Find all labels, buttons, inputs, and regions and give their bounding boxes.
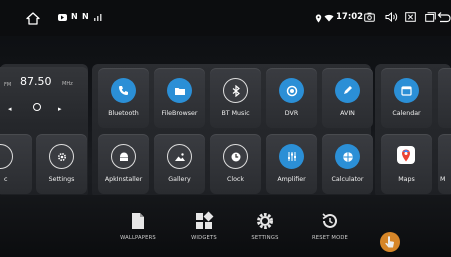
reset-icon <box>320 211 340 231</box>
app-partial-left-row2[interactable]: c <box>0 134 32 194</box>
location-icon <box>314 13 322 23</box>
gear-icon <box>255 211 275 231</box>
settings-button[interactable]: SETTINGS <box>237 211 293 241</box>
radio-next-button[interactable]: ▸ <box>58 105 62 113</box>
android-icon <box>111 144 136 169</box>
gear-icon <box>49 144 74 169</box>
status-bar: N N 17:02 <box>0 0 451 36</box>
dock-label: SETTINGS <box>251 235 279 241</box>
dock-label: WIDGETS <box>191 235 217 241</box>
maps-icon <box>397 146 415 164</box>
video-notification-icon <box>58 14 67 21</box>
app-calculator[interactable]: Calculator <box>322 134 373 194</box>
touch-cursor-icon <box>380 232 400 252</box>
app-settings[interactable]: Settings <box>36 134 87 194</box>
pen-icon <box>335 78 360 103</box>
radio-frequency: 87.50 <box>20 75 52 88</box>
widgets-button[interactable]: WIDGETS <box>176 211 232 241</box>
app-label: c <box>4 176 8 183</box>
app-amplifier[interactable]: Amplifier <box>266 134 317 194</box>
wallpapers-button[interactable]: WALLPAPERS <box>110 211 166 241</box>
app-gallery[interactable]: Gallery <box>154 134 205 194</box>
app-partial-right-row2[interactable]: M <box>438 134 451 194</box>
phone-icon <box>111 78 136 103</box>
wifi-icon <box>324 13 334 22</box>
home-icon[interactable] <box>24 9 42 27</box>
app-label: Amplifier <box>277 176 306 183</box>
clock-time: 17:02 <box>336 12 364 22</box>
recent-apps-icon[interactable] <box>424 11 436 23</box>
app-filebrowser[interactable]: FileBrowser <box>154 68 205 128</box>
radio-band-label: FM <box>4 82 12 88</box>
widgets-icon <box>194 211 214 231</box>
folder-icon <box>167 78 192 103</box>
app-label: AVIN <box>340 110 355 117</box>
reset-mode-button[interactable]: RESET MODE <box>302 211 358 241</box>
partial-icon <box>0 144 13 169</box>
app-calendar[interactable]: Calendar <box>381 68 432 128</box>
app-bt-music[interactable]: BT Music <box>210 68 261 128</box>
gallery-icon <box>167 144 192 169</box>
back-icon[interactable] <box>437 10 451 24</box>
app-label: DVR <box>284 110 299 117</box>
app-bluetooth[interactable]: Bluetooth <box>98 68 149 128</box>
app-maps[interactable]: Maps <box>381 134 432 194</box>
radio-prev-button[interactable]: ◂ <box>8 105 12 113</box>
calculator-icon <box>335 144 360 169</box>
app-label: Maps <box>398 176 415 183</box>
app-label: Bluetooth <box>108 110 139 117</box>
app-label: Calculator <box>331 176 364 183</box>
app-apkinstaller[interactable]: ApkInstaller <box>98 134 149 194</box>
volume-icon[interactable] <box>384 11 398 23</box>
camera-icon[interactable] <box>363 11 375 23</box>
calendar-icon <box>394 78 419 103</box>
equalizer-icon <box>279 144 304 169</box>
record-icon <box>279 78 304 103</box>
app-label: ApkInstaller <box>104 176 143 183</box>
dock-label: WALLPAPERS <box>120 235 156 241</box>
app-label: M <box>440 176 446 183</box>
app-partial-right-row1[interactable] <box>438 68 451 128</box>
app-label: FileBrowser <box>161 110 198 117</box>
app-label: Calendar <box>392 110 421 117</box>
app-avin[interactable]: AVIN <box>322 68 373 128</box>
notification-badge-1: N <box>71 12 78 21</box>
app-clock[interactable]: Clock <box>210 134 261 194</box>
bluetooth-icon <box>223 78 248 103</box>
app-label: Settings <box>48 176 75 183</box>
app-label: Gallery <box>168 176 191 183</box>
close-app-icon[interactable] <box>404 11 416 23</box>
dock-label: RESET MODE <box>311 235 349 241</box>
notification-badge-2: N <box>82 12 89 21</box>
app-dvr[interactable]: DVR <box>266 68 317 128</box>
clock-icon <box>223 144 248 169</box>
radio-widget[interactable]: FM 87.50 MHz ◂ ▸ <box>0 67 88 122</box>
wallpaper-icon <box>128 211 148 231</box>
radio-power-icon[interactable] <box>33 103 41 111</box>
app-label: BT Music <box>221 110 250 117</box>
radio-unit: MHz <box>62 81 73 87</box>
signal-icon <box>93 13 103 22</box>
app-label: Clock <box>226 176 245 183</box>
